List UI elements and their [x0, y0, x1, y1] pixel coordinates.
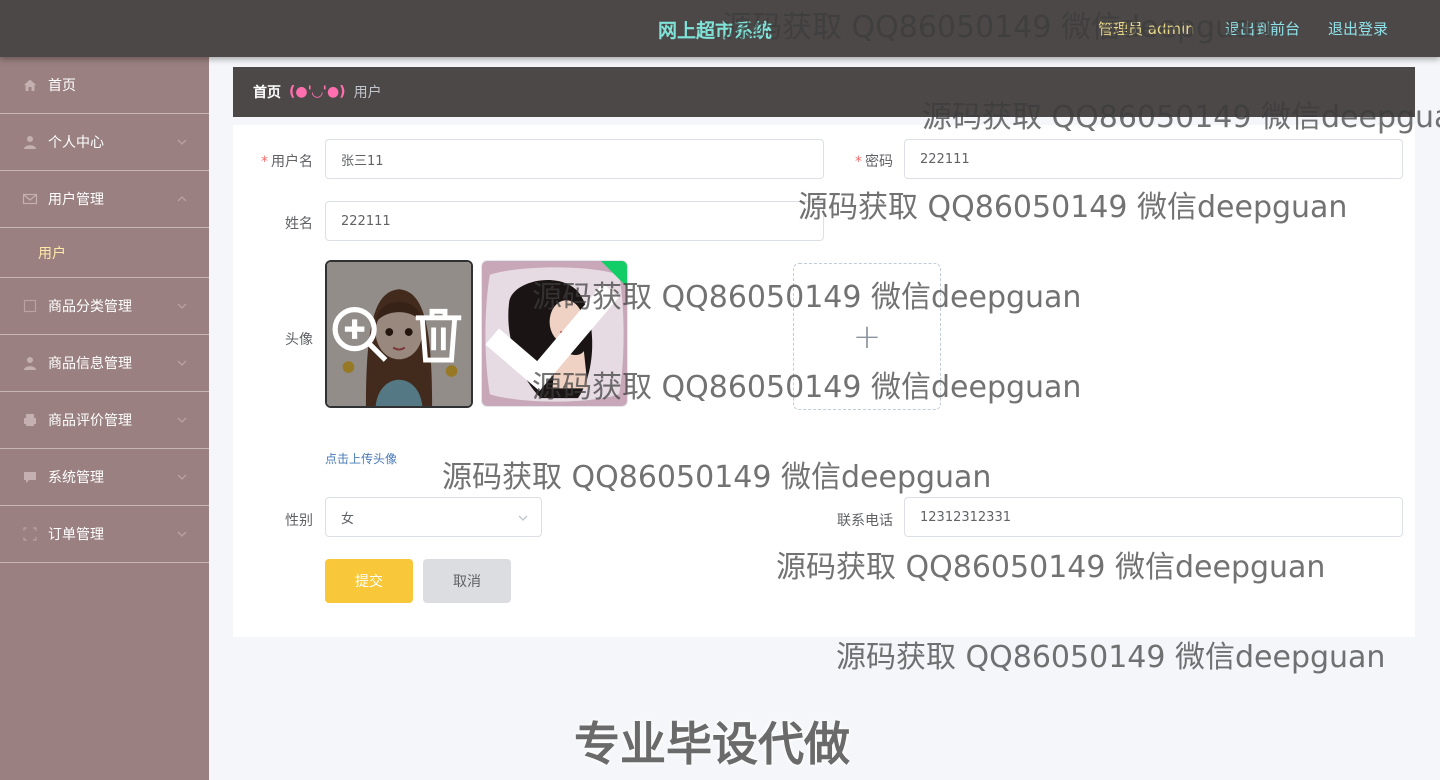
sidebar-item-label: 商品分类管理 — [48, 299, 132, 315]
username-input[interactable]: 张三11 — [325, 139, 824, 179]
sidebar-item-label: 商品信息管理 — [48, 356, 132, 372]
password-input[interactable]: 222111 — [904, 139, 1403, 179]
sidebar-item-home[interactable]: 首页 — [0, 57, 209, 114]
sidebar-item-order-management[interactable]: 订单管理 — [0, 506, 209, 563]
avatar-upload-button[interactable]: + — [793, 263, 941, 410]
chevron-down-icon — [518, 515, 528, 521]
sidebar-item-label: 系统管理 — [48, 470, 104, 486]
avatar-label: 头像 — [285, 332, 313, 348]
upload-avatar-tip[interactable]: 点击上传头像 — [325, 450, 397, 467]
printer-icon — [22, 412, 38, 428]
avatar-actions-overlay — [327, 262, 471, 406]
chevron-down-icon — [177, 531, 187, 537]
plus-icon: + — [852, 316, 882, 357]
delete-icon[interactable] — [406, 262, 471, 406]
avatar-thumbnail[interactable] — [481, 260, 628, 407]
watermark-text: 源码获取 QQ86050149 微信deepguan — [836, 640, 1386, 675]
phone-label: 联系电话 — [837, 513, 893, 529]
check-icon — [485, 283, 619, 391]
square-icon — [22, 298, 38, 314]
cancel-button[interactable]: 取消 — [423, 559, 511, 603]
chevron-down-icon — [177, 139, 187, 145]
password-label: * 密码 — [855, 154, 893, 170]
home-icon — [22, 77, 38, 93]
exit-to-front-link[interactable]: 退出到前台 — [1225, 18, 1300, 39]
top-bar: 网上超市系统 管理员 admin 退出到前台 退出登录 — [0, 0, 1440, 57]
frame-icon — [22, 526, 38, 542]
sidebar-item-label: 个人中心 — [48, 135, 104, 151]
chevron-up-icon — [177, 196, 187, 202]
chat-icon — [22, 469, 38, 485]
sidebar-item-label: 用户管理 — [48, 192, 104, 208]
breadcrumb-separator: (●'◡'●) — [289, 84, 346, 100]
breadcrumb-home[interactable]: 首页 — [253, 82, 281, 102]
sidebar-item-review-management[interactable]: 商品评价管理 — [0, 392, 209, 449]
phone-input[interactable]: 12312312331 — [904, 497, 1403, 537]
breadcrumb-current: 用户 — [353, 85, 382, 101]
sidebar-item-system-management[interactable]: 系统管理 — [0, 449, 209, 506]
mail-icon — [22, 191, 38, 207]
user-icon — [22, 355, 38, 371]
sidebar-item-label: 商品评价管理 — [48, 413, 132, 429]
avatar-thumbnail[interactable] — [325, 260, 473, 408]
sidebar-item-label: 首页 — [48, 78, 76, 94]
app-title: 网上超市系统 — [658, 20, 773, 42]
sidebar-item-profile[interactable]: 个人中心 — [0, 114, 209, 171]
breadcrumb: 首页 (●'◡'●) 用户 — [233, 67, 1415, 117]
username-label: * 用户名 — [261, 154, 313, 170]
sidebar: 首页 个人中心 用户管理 用户 商品分类管理 商品信息管理 商品评价管理 系统管… — [0, 57, 209, 780]
sidebar-item-label: 订单管理 — [48, 527, 104, 543]
gender-select[interactable]: 女 — [325, 497, 542, 537]
sidebar-item-product-management[interactable]: 商品信息管理 — [0, 335, 209, 392]
zoom-in-icon[interactable] — [327, 262, 392, 406]
user-form-panel: * 用户名 张三11 * 密码 222111 姓名 222111 头像 + 点击… — [233, 125, 1415, 637]
admin-label: 管理员 admin — [1098, 20, 1195, 38]
sidebar-item-category-management[interactable]: 商品分类管理 — [0, 278, 209, 335]
gender-label: 性别 — [285, 513, 313, 529]
gender-selected-value: 女 — [341, 511, 355, 527]
chevron-down-icon — [177, 360, 187, 366]
submit-button[interactable]: 提交 — [325, 559, 413, 603]
chevron-down-icon — [177, 303, 187, 309]
sidebar-subitem-user[interactable]: 用户 — [0, 228, 209, 278]
chevron-down-icon — [177, 417, 187, 423]
user-icon — [22, 134, 38, 150]
chevron-down-icon — [177, 474, 187, 480]
name-input[interactable]: 222111 — [325, 201, 824, 241]
logout-link[interactable]: 退出登录 — [1328, 18, 1388, 39]
sidebar-subitem-label: 用户 — [38, 245, 66, 262]
promo-banner-text: 专业毕设代做 — [574, 717, 850, 771]
name-label: 姓名 — [285, 216, 313, 232]
sidebar-item-user-management[interactable]: 用户管理 — [0, 171, 209, 228]
